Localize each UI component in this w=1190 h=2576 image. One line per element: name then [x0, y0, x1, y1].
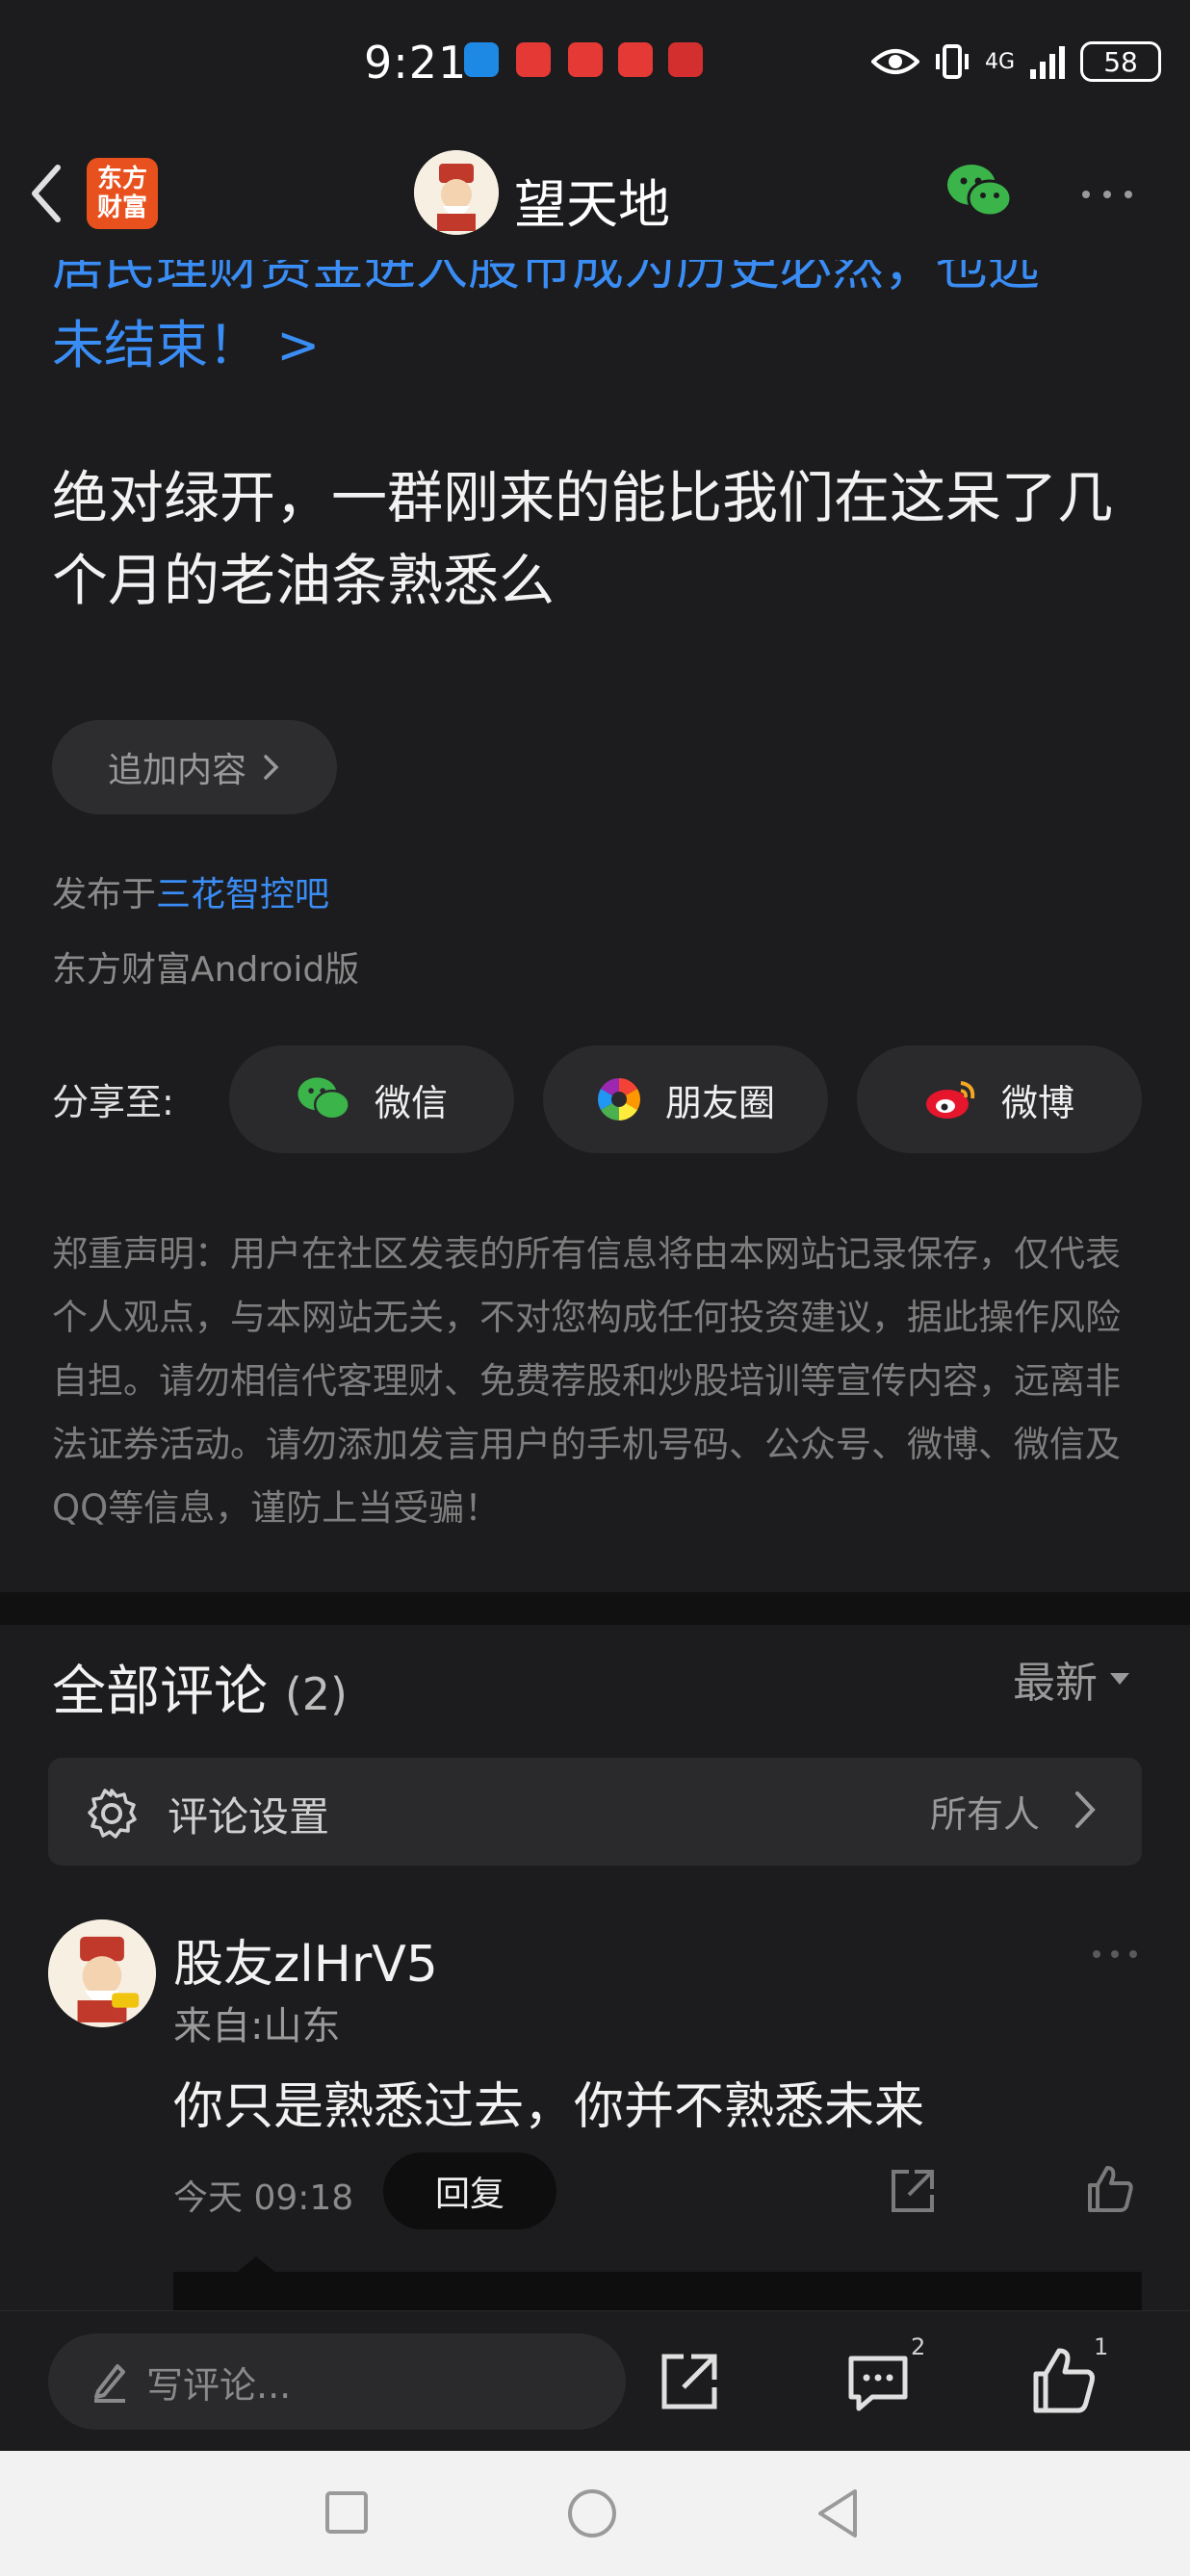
share-moments-label: 朋友圈: [664, 1081, 775, 1124]
comments-title: 全部评论 (2): [52, 1648, 348, 1726]
vibrate-icon: [936, 44, 969, 79]
client-info: 东方财富Android版: [52, 950, 360, 990]
write-comment-input[interactable]: 写评论...: [48, 2333, 626, 2430]
comment-username[interactable]: 股友zlHrV5: [173, 1923, 438, 1996]
wechat-icon[interactable]: [945, 162, 1013, 221]
share-weibo-button[interactable]: 微博: [857, 1045, 1142, 1153]
add-content-label: 追加内容: [107, 751, 246, 790]
published-prefix: 发布于: [52, 875, 157, 914]
comment-text: 你只是熟悉过去，你并不熟悉未来: [173, 2078, 925, 2136]
notification-book-icon: [618, 42, 653, 77]
related-link-line[interactable]: 未结束！ >: [52, 306, 1150, 385]
write-comment-placeholder: 写评论...: [146, 2363, 292, 2407]
related-link-line[interactable]: 居民理财资金进入股市成为历史必然，也远: [52, 260, 1150, 306]
battery-level: 58: [1103, 45, 1138, 78]
avatar[interactable]: [48, 1919, 156, 2027]
nested-reply-preview[interactable]: [173, 2272, 1142, 2310]
gear-icon: [88, 1789, 137, 1839]
triangle-back-icon[interactable]: [815, 2487, 861, 2539]
published-info: 发布于三花智控吧: [52, 866, 329, 916]
chevron-right-icon: [1075, 1791, 1096, 1828]
square-icon[interactable]: [323, 2489, 370, 2536]
notification-book-icon: [568, 42, 603, 77]
comments-title-label: 全部评论: [52, 1661, 268, 1723]
more-icon[interactable]: [1090, 1946, 1140, 1962]
comment-count-badge: 2: [911, 2333, 926, 2360]
share-icon[interactable]: [651, 2343, 728, 2420]
signal-icon: [1030, 46, 1066, 79]
post-content: 绝对绿开，一群刚来的能比我们在这呆了几个月的老油条熟悉么: [52, 465, 1114, 613]
comment-icon[interactable]: [841, 2343, 918, 2420]
comment-settings-value: 所有人: [930, 1793, 1041, 1836]
bar-link[interactable]: 三花智控吧: [156, 875, 329, 914]
weibo-icon: [925, 1081, 975, 1119]
sort-dropdown[interactable]: 最新: [1013, 1648, 1130, 1710]
caishen-avatar-icon: [48, 1919, 156, 2027]
like-icon[interactable]: [1026, 2343, 1103, 2420]
back-arrow-icon[interactable]: [23, 160, 71, 227]
caret-down-icon: [1110, 1673, 1129, 1685]
comment-settings-label: 评论设置: [168, 1793, 330, 1841]
reply-label: 回复: [434, 2175, 504, 2214]
sort-label: 最新: [1013, 1659, 1098, 1708]
reply-button[interactable]: 回复: [383, 2152, 556, 2229]
status-time: 9:21: [364, 37, 468, 89]
comment-time: 今天 09:18: [173, 2178, 354, 2218]
share-weibo-label: 微博: [1000, 1081, 1074, 1124]
moments-icon: [598, 1078, 640, 1121]
notification-app-icon: [668, 42, 703, 77]
related-link[interactable]: 居民理财资金进入股市成为历史必然，也远 未结束！ >: [0, 260, 1190, 404]
notification-huawei-icon: [516, 42, 551, 77]
author-avatar[interactable]: [414, 150, 499, 235]
circle-icon[interactable]: [566, 2487, 618, 2539]
comment-location: 来自:山东: [173, 2004, 341, 2048]
author-name[interactable]: 望天地: [514, 162, 670, 238]
logo-line: 财富: [96, 193, 147, 222]
network-type: 4G: [985, 49, 1016, 74]
section-divider: [0, 1592, 1190, 1625]
battery-icon: 58: [1080, 41, 1162, 82]
wechat-icon: [298, 1077, 350, 1121]
notification-mail-icon: [464, 42, 499, 77]
logo-line: 东方: [96, 165, 147, 193]
disclaimer: 郑重声明：用户在社区发表的所有信息将由本网站记录保存，仅代表个人观点，与本网站无…: [52, 1233, 1121, 1529]
share-wechat-label: 微信: [374, 1081, 448, 1124]
comments-count: (2): [284, 1668, 348, 1720]
app-logo[interactable]: 东方 财富: [87, 158, 158, 229]
add-content-button[interactable]: 追加内容: [52, 720, 337, 814]
share-label: 分享至:: [52, 1081, 174, 1123]
pencil-icon: [94, 2364, 125, 2403]
like-icon[interactable]: [1084, 2164, 1136, 2216]
caishen-avatar-icon: [414, 150, 499, 235]
status-icons: 4G 58: [871, 39, 1162, 85]
share-icon[interactable]: [888, 2166, 938, 2216]
share-wechat-button[interactable]: 微信: [229, 1045, 514, 1153]
chevron-right-icon: [264, 755, 279, 780]
share-moments-button[interactable]: 朋友圈: [543, 1045, 828, 1153]
like-count-badge: 1: [1094, 2333, 1109, 2360]
eye-icon: [871, 49, 919, 74]
more-icon[interactable]: [1078, 185, 1136, 204]
